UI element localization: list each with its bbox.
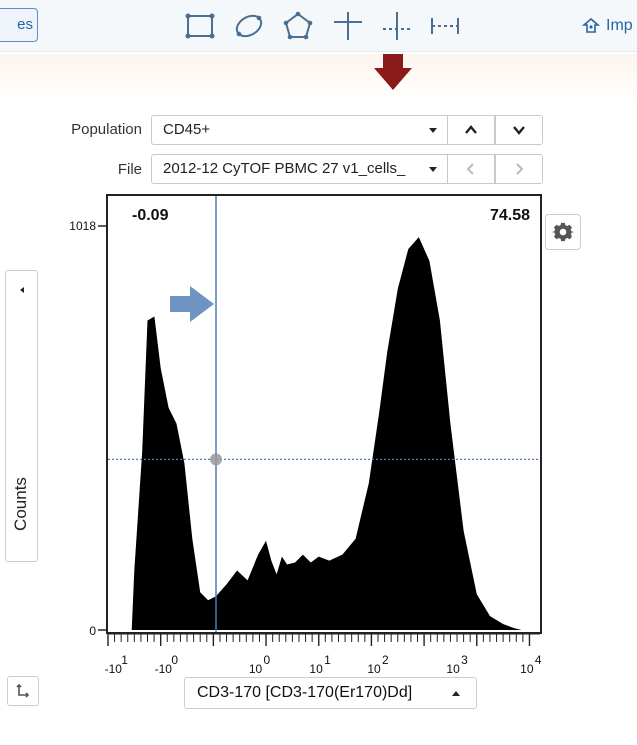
population-up-button[interactable] xyxy=(447,115,495,145)
swap-axes-button[interactable] xyxy=(7,676,39,706)
toolbar-shadow xyxy=(0,54,637,98)
x-tick-label-base: -10 xyxy=(105,662,123,676)
chevron-left-icon xyxy=(466,163,474,175)
polygon-gate-tool[interactable] xyxy=(281,10,315,42)
range-gate-tool[interactable] xyxy=(428,10,462,42)
x-tick-label-exponent: 0 xyxy=(171,653,178,667)
import-button[interactable]: Imp xyxy=(582,14,633,38)
right-gate-stat: 74.58 xyxy=(489,207,530,224)
swap-axes-icon xyxy=(16,683,30,698)
x-tick-label-base: 10 xyxy=(446,662,460,676)
x-tick-label-base: -10 xyxy=(155,662,173,676)
population-value: CD45+ xyxy=(163,121,211,138)
gear-icon xyxy=(552,222,574,242)
y-axis-title: Counts xyxy=(11,477,30,531)
gate-handle[interactable] xyxy=(210,453,222,466)
file-select[interactable]: 2012-12 CyTOF PBMC 27 v1_cells_ xyxy=(151,154,448,184)
population-select[interactable]: CD45+ xyxy=(151,115,448,145)
quadrant-icon xyxy=(334,12,362,40)
range-icon xyxy=(431,18,459,34)
chevron-down-icon xyxy=(429,167,437,172)
x-tick-label-exponent: 1 xyxy=(121,653,128,667)
plot-settings-button[interactable] xyxy=(545,214,581,250)
file-value: 2012-12 CyTOF PBMC 27 v1_cells_ xyxy=(163,160,406,177)
chevron-right-icon xyxy=(516,163,524,175)
population-down-button[interactable] xyxy=(495,115,543,145)
gating-toolbar: es Imp xyxy=(0,0,637,52)
x-tick-label-exponent: 4 xyxy=(535,653,542,667)
file-label: File xyxy=(117,161,142,178)
highlight-arrow-right-icon xyxy=(170,286,214,322)
chevron-down-icon xyxy=(429,128,437,133)
y-axis-ticks xyxy=(98,225,106,631)
x-tick-label-base: 10 xyxy=(249,662,263,676)
histogram-canvas[interactable] xyxy=(108,196,540,632)
x-axis: -101-100100101102103104 xyxy=(105,633,542,676)
file-next-button[interactable] xyxy=(495,154,543,184)
import-icon xyxy=(582,17,600,33)
histogram-plot[interactable]: -0.09 74.58 xyxy=(106,194,542,634)
y-tick-zero: 0 xyxy=(89,624,96,638)
chevron-left-icon xyxy=(20,287,24,293)
rectangle-gate-tool[interactable] xyxy=(183,10,217,42)
caret-up-icon xyxy=(452,691,460,696)
split-gate-tool[interactable] xyxy=(380,10,414,42)
y-axis-panel[interactable]: Counts xyxy=(5,270,38,562)
ellipse-icon xyxy=(235,14,263,38)
x-tick-label-base: 10 xyxy=(520,662,534,676)
y-tick-max: 1018 xyxy=(69,219,96,233)
population-label: Population xyxy=(71,121,142,138)
rectangle-icon xyxy=(185,13,215,39)
highlight-arrow-down-icon xyxy=(374,54,412,90)
polygon-icon xyxy=(283,11,313,40)
x-tick-label-exponent: 2 xyxy=(382,653,389,667)
x-axis-parameter-select[interactable]: CD3-170 [CD3-170(Er170)Dd] xyxy=(184,677,477,709)
split-icon xyxy=(383,12,411,40)
x-tick-label-base: 10 xyxy=(367,662,381,676)
left-toolbar-button[interactable]: es xyxy=(0,8,38,42)
quadrant-gate-tool[interactable] xyxy=(331,10,365,42)
x-axis-parameter-label: CD3-170 [CD3-170(Er170)Dd] xyxy=(197,684,413,701)
left-gate-stat: -0.09 xyxy=(132,207,169,224)
chevron-up-icon xyxy=(465,125,477,134)
x-tick-label-exponent: 1 xyxy=(324,653,331,667)
chevron-down-icon xyxy=(513,126,525,135)
ellipse-gate-tool[interactable] xyxy=(232,10,266,42)
x-tick-label-exponent: 3 xyxy=(461,653,468,667)
file-prev-button[interactable] xyxy=(447,154,495,184)
import-label: Imp xyxy=(606,17,633,34)
x-tick-label-exponent: 0 xyxy=(264,653,271,667)
x-tick-label-base: 10 xyxy=(309,662,323,676)
